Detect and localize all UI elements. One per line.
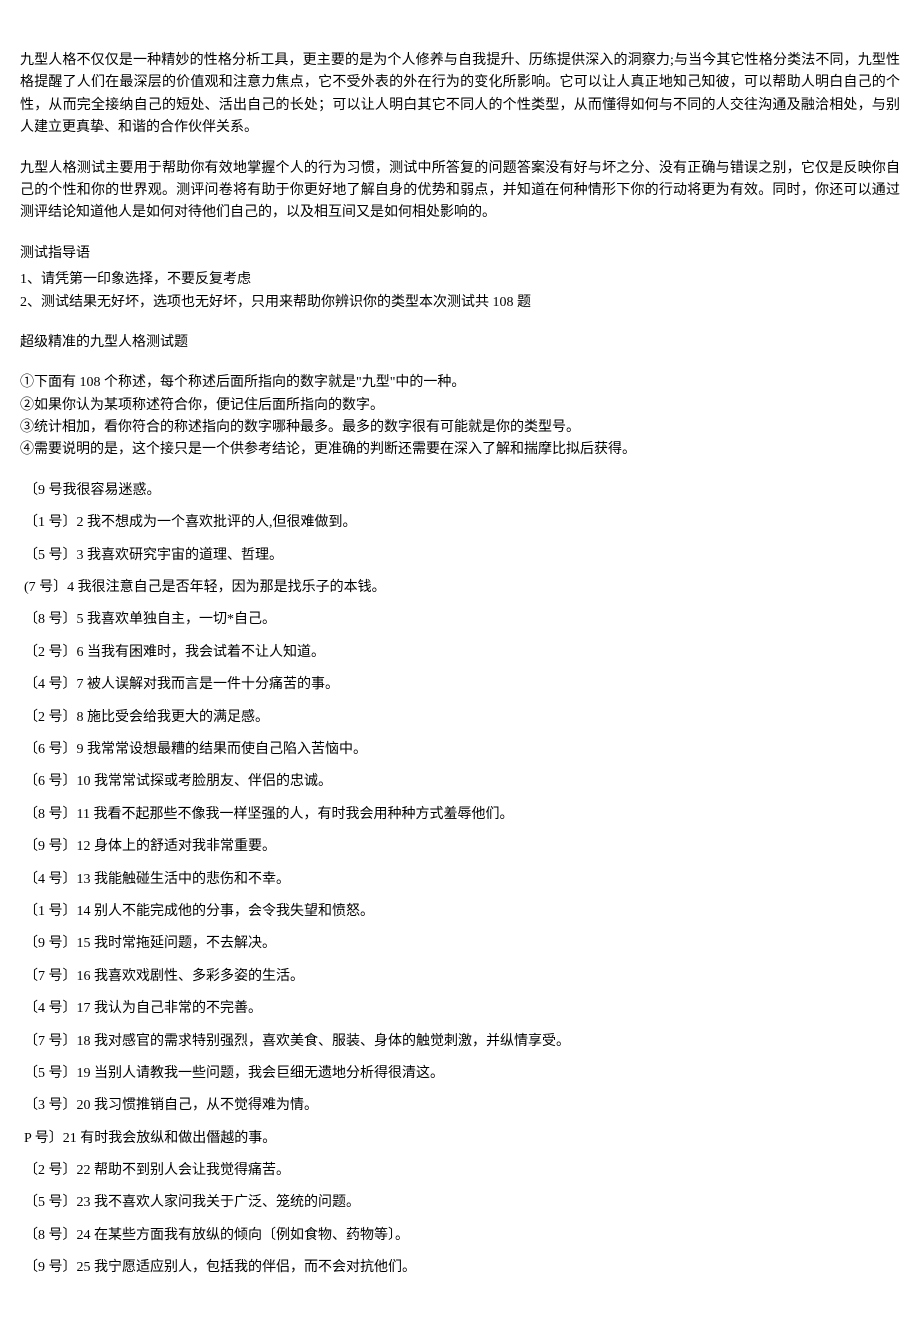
subheading: 超级精准的九型人格测试题 [20, 332, 900, 354]
question-item: 〔1 号〕2 我不想成为一个喜欢批评的人,但很难做到。 [20, 512, 900, 534]
guide-item-1: 1、请凭第一印象选择，不要反复考虑 [20, 269, 900, 291]
guide-item-2: 2、测试结果无好坏，选项也无好坏，只用来帮助你辨识你的类型本次测试共 108 题 [20, 292, 900, 314]
question-item: 〔8 号〕11 我看不起那些不像我一样坚强的人，有时我会用种种方式羞辱他们。 [20, 804, 900, 826]
question-item: 〔5 号〕19 当别人请教我一些问题，我会巨细无遗地分析得很清这。 [20, 1063, 900, 1085]
question-item: 〔5 号〕3 我喜欢研究宇宙的道理、哲理。 [20, 545, 900, 567]
question-item: 〔9 号〕12 身体上的舒适对我非常重要。 [20, 836, 900, 858]
question-item: 〔7 号〕16 我喜欢戏剧性、多彩多姿的生活。 [20, 966, 900, 988]
rule-2: ②如果你认为某项称述符合你，便记住后面所指向的数字。 [20, 395, 900, 417]
intro-paragraph-2: 九型人格测试主要用于帮助你有效地掌握个人的行为习惯，测试中所答复的问题答案没有好… [20, 158, 900, 225]
question-item: 〔2 号〕8 施比受会给我更大的满足感。 [20, 707, 900, 729]
question-item: 〔4 号〕7 被人误解对我而言是一件十分痛苦的事。 [20, 674, 900, 696]
question-item: 〔9 号〕15 我时常拖延问题，不去解决。 [20, 933, 900, 955]
question-item: 〔2 号〕6 当我有困难时，我会试着不让人知道。 [20, 642, 900, 664]
rule-3: ③统计相加，看你符合的称述指向的数字哪种最多。最多的数字很有可能就是你的类型号。 [20, 417, 900, 439]
question-item: 〔4 号〕13 我能触碰生活中的悲伤和不幸。 [20, 869, 900, 891]
question-item: 〔8 号〕24 在某些方面我有放纵的倾向〔例如食物、药物等〕。 [20, 1225, 900, 1247]
intro-paragraph-1: 九型人格不仅仅是一种精妙的性格分析工具，更主要的是为个人修养与自我提升、历练提供… [20, 50, 900, 140]
question-item: 〔8 号〕5 我喜欢单独自主，一切*自己。 [20, 609, 900, 631]
question-item: 〔3 号〕20 我习惯推销自己，从不觉得难为情。 [20, 1095, 900, 1117]
question-item: 〔4 号〕17 我认为自己非常的不完善。 [20, 998, 900, 1020]
question-item: 〔9 号〕25 我宁愿适应别人，包括我的伴侣，而不会对抗他们。 [20, 1257, 900, 1279]
rule-4: ④需要说明的是，这个接只是一个供参考结论，更准确的判断还需要在深入了解和揣摩比拟… [20, 439, 900, 461]
rule-1: ①下面有 108 个称述，每个称述后面所指向的数字就是"九型"中的一种。 [20, 372, 900, 394]
guide-list: 1、请凭第一印象选择，不要反复考虑 2、测试结果无好坏，选项也无好坏，只用来帮助… [20, 269, 900, 314]
question-item: 〔2 号〕22 帮助不到别人会让我觉得痛苦。 [20, 1160, 900, 1182]
question-item: 〔1 号〕14 别人不能完成他的分事，会令我失望和愤怒。 [20, 901, 900, 923]
questions-list: 〔9 号我很容易迷惑。〔1 号〕2 我不想成为一个喜欢批评的人,但很难做到。〔5… [20, 480, 900, 1280]
question-item: 〔9 号我很容易迷惑。 [20, 480, 900, 502]
question-item: 〔7 号〕18 我对感官的需求特别强烈，喜欢美食、服装、身体的触觉刺激，并纵情享… [20, 1031, 900, 1053]
rules-list: ①下面有 108 个称述，每个称述后面所指向的数字就是"九型"中的一种。 ②如果… [20, 372, 900, 462]
question-item: 〔5 号〕23 我不喜欢人家问我关于广泛、笼统的问题。 [20, 1192, 900, 1214]
question-item: (7 号〕4 我很注意自己是否年轻，因为那是找乐子的本钱。 [20, 577, 900, 599]
question-item: 〔6 号〕9 我常常设想最糟的结果而使自己陷入苦恼中。 [20, 739, 900, 761]
guide-heading: 测试指导语 [20, 243, 900, 265]
question-item: 〔6 号〕10 我常常试探或考脸朋友、伴侣的忠诚。 [20, 771, 900, 793]
question-item: P 号〕21 有时我会放纵和做出僭越的事。 [20, 1128, 900, 1150]
